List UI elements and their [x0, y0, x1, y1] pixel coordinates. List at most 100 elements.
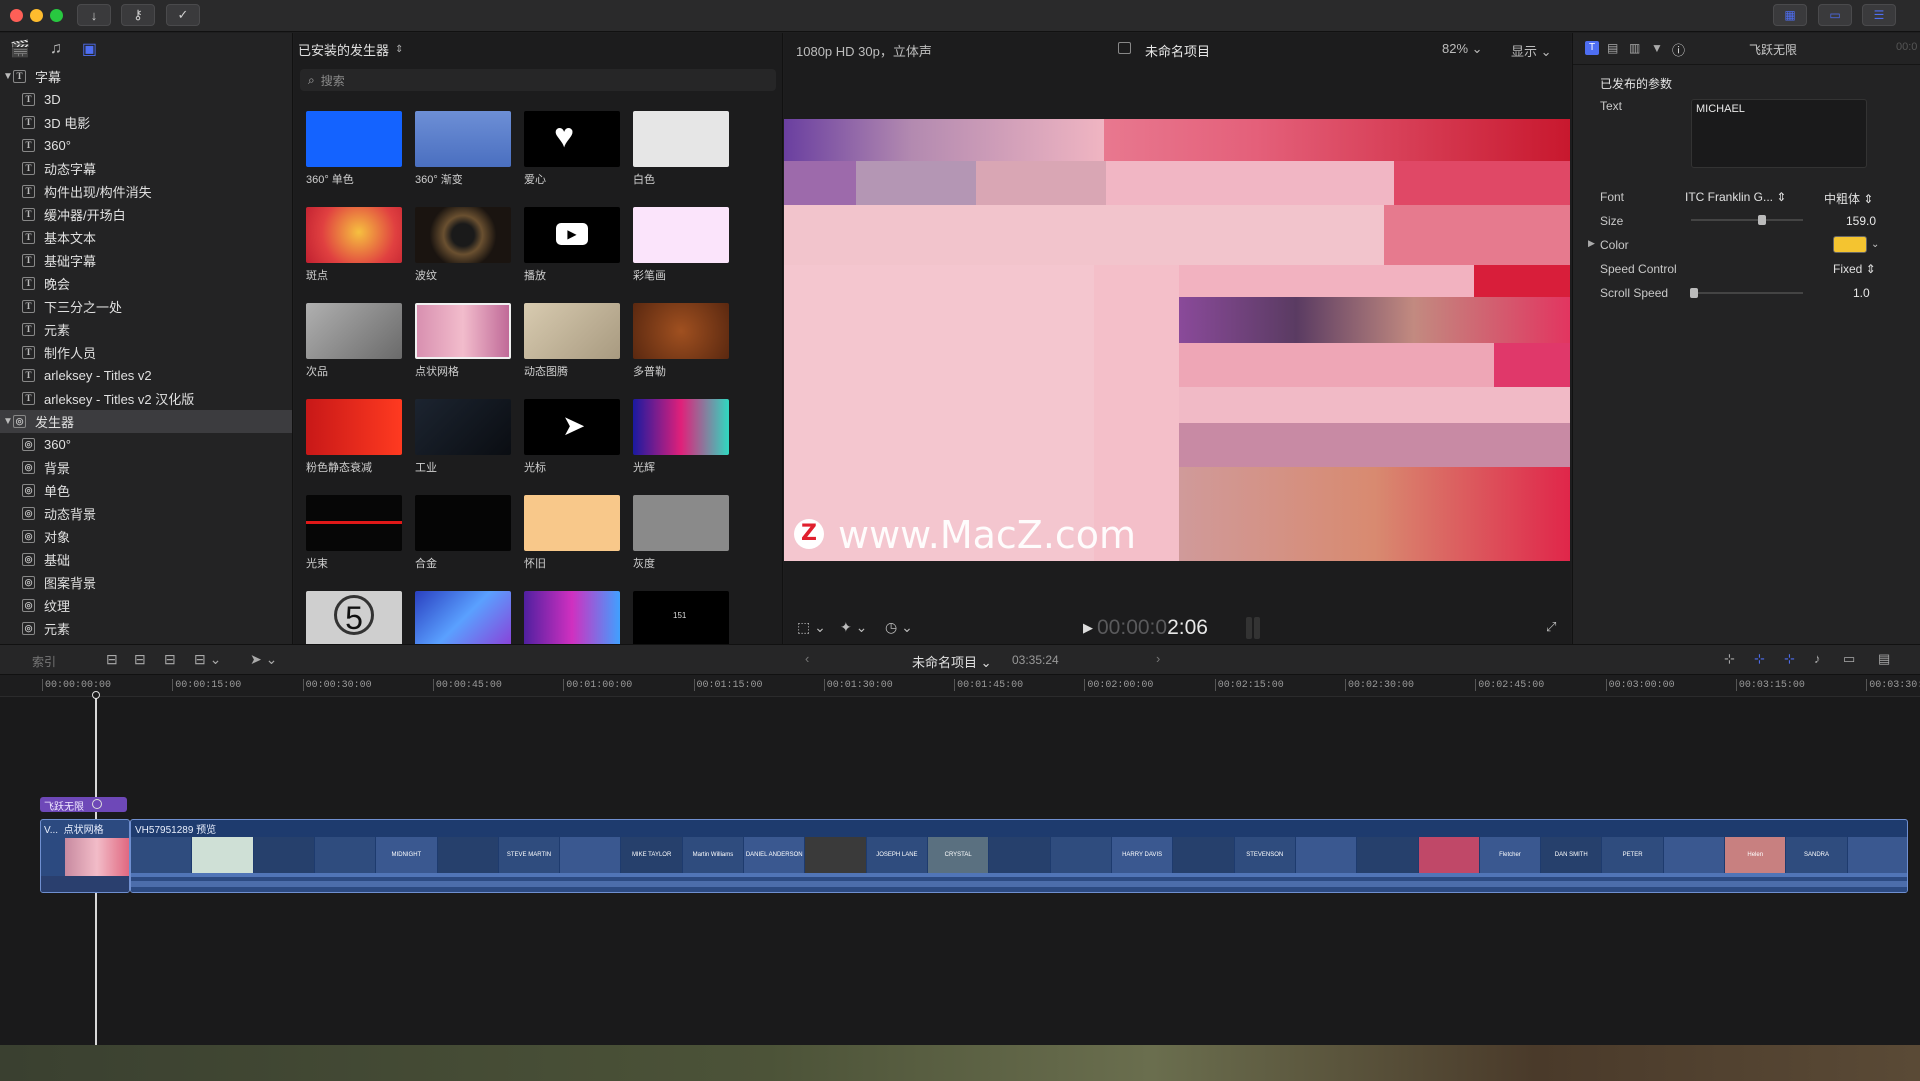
text-inspector-icon[interactable]: T: [1585, 41, 1599, 55]
libraries-icon[interactable]: 🎬: [10, 39, 30, 59]
minimize-window-button[interactable]: [30, 9, 43, 22]
disclosure-triangle-icon[interactable]: ▼: [3, 71, 13, 82]
generator-thumbnail[interactable]: [524, 495, 620, 551]
chevron-down-icon[interactable]: ⌄: [1871, 239, 1879, 250]
generator-thumbnail[interactable]: [306, 303, 402, 359]
play-icon[interactable]: ▶: [1083, 620, 1093, 636]
zoom-tool-icon[interactable]: ⊹: [1724, 651, 1735, 667]
overwrite-clip-icon[interactable]: ⊟ ⌄: [194, 651, 221, 668]
speed-control-popup[interactable]: Fixed ⇕: [1833, 262, 1876, 276]
scroll-speed-slider[interactable]: [1690, 288, 1803, 298]
generator-thumbnail[interactable]: [524, 591, 620, 644]
timeline-ruler[interactable]: 00:00:00:00 00:00:15:00 00:00:30:00 00:00:4…: [0, 675, 1920, 697]
generator-thumbnail[interactable]: 151: [633, 591, 729, 644]
disclosure-triangle-icon[interactable]: ▶: [1588, 238, 1595, 249]
connect-clip-icon[interactable]: ⊟: [106, 651, 118, 668]
scroll-speed-knob[interactable]: [1690, 288, 1699, 298]
sidebar-item[interactable]: ◎ 元素: [0, 617, 292, 640]
generator-thumbnail[interactable]: [306, 207, 402, 263]
generator-thumbnail[interactable]: [306, 495, 402, 551]
background-tasks-button[interactable]: ✓: [166, 4, 200, 26]
sidebar-item[interactable]: T 动态字幕: [0, 157, 292, 180]
display-menu[interactable]: 显示 ⌄: [1511, 41, 1552, 60]
skimming-icon[interactable]: ⊹: [1754, 651, 1765, 667]
font-weight-popup[interactable]: 中粗体 ⇕: [1824, 190, 1873, 207]
snapping-icon[interactable]: ⊹: [1784, 651, 1795, 667]
keyword-button[interactable]: ⚷: [121, 4, 155, 26]
search-input[interactable]: ⌕ 搜索: [300, 69, 776, 91]
sidebar-item[interactable]: ◎ 360°: [0, 433, 292, 456]
video-inspector-icon[interactable]: ▥: [1629, 41, 1640, 55]
timeline-area[interactable]: 飞跃无限 V... 点状网格 VH57951289 预览 MIDNIGHT STE…: [0, 691, 1920, 1045]
color-swatch[interactable]: [1833, 236, 1867, 253]
sidebar-item[interactable]: ◎ 动态背景: [0, 502, 292, 525]
viewer-canvas[interactable]: Z www.MacZ.com: [784, 119, 1570, 561]
sidebar-item[interactable]: Tarleksey - Titles v2 汉化版: [0, 387, 292, 410]
text-value-field[interactable]: MICHAEL: [1691, 99, 1867, 168]
sidebar-item[interactable]: T 晚会: [0, 272, 292, 295]
timeline-view-button[interactable]: ▭: [1818, 4, 1852, 26]
generator-thumbnail[interactable]: [633, 399, 729, 455]
sidebar-item[interactable]: ◎ 对象: [0, 525, 292, 548]
scroll-speed-value[interactable]: 1.0: [1853, 286, 1870, 300]
sidebar-item[interactable]: T 3D 电影: [0, 111, 292, 134]
info-icon[interactable]: ⓘ: [1672, 40, 1685, 59]
timeline-index-icon[interactable]: ▤: [1878, 651, 1890, 667]
generator-thumbnail[interactable]: [633, 303, 729, 359]
generator-thumbnail[interactable]: [524, 303, 620, 359]
index-button[interactable]: 索引: [32, 653, 56, 670]
sidebar-item[interactable]: ◎ 基础: [0, 548, 292, 571]
generator-thumbnail[interactable]: [633, 207, 729, 263]
generator-thumbnail[interactable]: [415, 591, 511, 644]
title-clip[interactable]: 飞跃无限: [40, 797, 127, 812]
sidebar-item[interactable]: T 制作人员: [0, 341, 292, 364]
zoom-menu[interactable]: 82% ⌄: [1442, 41, 1483, 57]
font-popup[interactable]: ITC Franklin G... ⇕: [1685, 190, 1786, 204]
generator-thumbnail[interactable]: [415, 303, 511, 359]
generator-thumbnail[interactable]: [415, 207, 511, 263]
browser-view-button[interactable]: ▦: [1773, 4, 1807, 26]
sidebar-item[interactable]: ◎ 图案背景: [0, 571, 292, 594]
sidebar-item[interactable]: T 下三分之一处: [0, 295, 292, 318]
generator-thumbnail[interactable]: ➤: [524, 399, 620, 455]
generator-thumbnail[interactable]: ▶: [524, 207, 620, 263]
enhance-wand-icon[interactable]: ✦ ⌄: [840, 619, 867, 636]
generator-thumbnail[interactable]: ♥: [524, 111, 620, 167]
generator-thumbnail[interactable]: [306, 111, 402, 167]
insert-clip-icon[interactable]: ⊟: [134, 651, 146, 668]
timeline-project-menu[interactable]: 未命名项目 ⌄: [912, 652, 992, 671]
sidebar-item[interactable]: T 元素: [0, 318, 292, 341]
filter-icon[interactable]: ▼: [1651, 41, 1663, 55]
titles-generators-icon[interactable]: ▣: [82, 39, 97, 59]
disclosure-triangle-icon[interactable]: ▼: [3, 416, 13, 427]
sidebar-item[interactable]: T 缓冲器/开场白: [0, 203, 292, 226]
sidebar-item[interactable]: ◎ 单色: [0, 479, 292, 502]
close-window-button[interactable]: [10, 9, 23, 22]
generator-clip[interactable]: V... 点状网格: [40, 819, 130, 893]
import-button[interactable]: ↓: [77, 4, 111, 26]
generator-thumbnail[interactable]: [633, 111, 729, 167]
history-forward-icon[interactable]: ›: [1156, 651, 1160, 666]
clip-appearance-icon[interactable]: ▭: [1843, 651, 1855, 667]
generator-thumbnail[interactable]: [633, 495, 729, 551]
generator-thumbnail[interactable]: [306, 399, 402, 455]
generator-thumbnail[interactable]: [415, 495, 511, 551]
history-back-icon[interactable]: ‹: [805, 651, 809, 666]
sidebar-section-1[interactable]: ▼ ◎ 发生器: [0, 410, 292, 433]
fullscreen-icon[interactable]: ⤢: [1546, 619, 1556, 635]
video-clip[interactable]: VH57951289 预览 MIDNIGHT STEVE MARTIN MIKE T…: [130, 819, 1908, 893]
inspector-toggle-button[interactable]: ☰: [1862, 4, 1896, 26]
sidebar-item[interactable]: ◎ 背景: [0, 456, 292, 479]
select-tool-icon[interactable]: ➤ ⌄: [250, 651, 277, 668]
generator-thumbnail[interactable]: [415, 399, 511, 455]
headphones-icon[interactable]: ♪: [1814, 651, 1821, 666]
sidebar-item[interactable]: T 构件出现/构件消失: [0, 180, 292, 203]
sidebar-item[interactable]: T 360°: [0, 134, 292, 157]
zoom-window-button[interactable]: [50, 9, 63, 22]
sidebar-item[interactable]: Tarleksey - Titles v2: [0, 364, 292, 387]
size-value[interactable]: 159.0: [1846, 214, 1876, 228]
sidebar-item[interactable]: T 基础字幕: [0, 249, 292, 272]
sidebar-section-0[interactable]: ▼ T 字幕: [0, 65, 292, 88]
sidebar-item[interactable]: T 3D: [0, 88, 292, 111]
sidebar-item[interactable]: T 基本文本: [0, 226, 292, 249]
